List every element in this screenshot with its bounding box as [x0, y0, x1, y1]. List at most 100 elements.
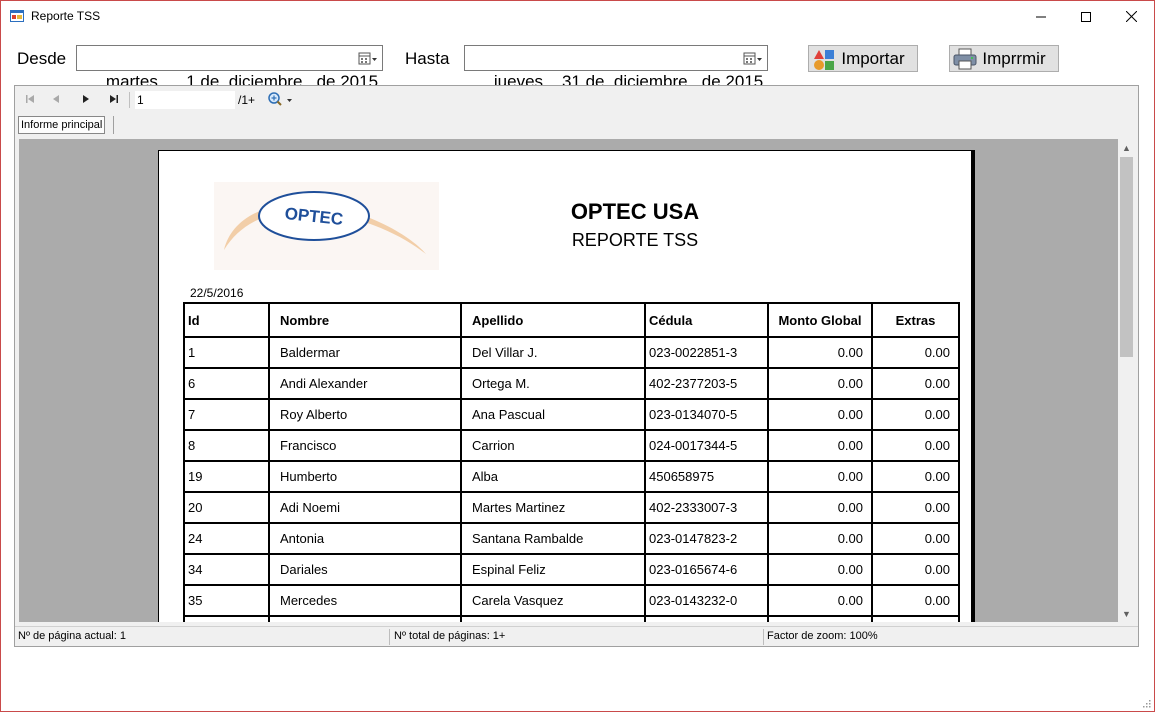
column-header-monto-global: Monto Global — [767, 302, 873, 338]
cell-apellido: Espinal Feliz — [460, 553, 646, 586]
scroll-up-icon[interactable]: ▲ — [1118, 139, 1135, 156]
maximize-button[interactable] — [1063, 1, 1109, 32]
zoom-dropdown[interactable] — [267, 90, 297, 110]
cell-id: 19 — [183, 460, 270, 493]
hasta-date-picker[interactable]: jueves , 31 de diciembre de 2015 — [464, 45, 768, 91]
column-header-nombre: Nombre — [268, 302, 462, 338]
calendar-dropdown-icon[interactable] — [743, 51, 763, 67]
cell-extras: 0.00 — [871, 553, 960, 586]
cell-nombre: Antonia — [268, 522, 462, 555]
cell-nombre: Mercedes — [268, 584, 462, 617]
optec-logo-graphic: OPTEC — [224, 191, 426, 254]
imprimir-label: Imprrmir — [982, 49, 1046, 68]
table-cell — [460, 615, 646, 622]
cell-nombre: Roy Alberto — [268, 398, 462, 431]
scroll-down-icon[interactable]: ▼ — [1118, 605, 1135, 622]
cell-id: 24 — [183, 522, 270, 555]
status-separator — [763, 629, 764, 645]
maximize-icon — [1081, 11, 1091, 22]
cell-extras: 0.00 — [871, 491, 960, 524]
title-bar: Reporte TSS — [1, 1, 1154, 32]
cell-id: 20 — [183, 491, 270, 524]
toolbar-separator — [129, 92, 130, 108]
cell-extras: 0.00 — [871, 398, 960, 431]
cell-cedula: 023-0147823-2 — [644, 522, 769, 555]
zoom-magnifier-icon — [268, 92, 292, 106]
table-row: 8 Francisco Carrion 024-0017344-5 0.00 0.00 — [183, 429, 960, 462]
cell-cedula: 023-0022851-3 — [644, 336, 769, 369]
report-page: OPTEC OPTEC USA REPORTE TSS 22/5/2016 Id… — [158, 150, 975, 622]
cell-id: 34 — [183, 553, 270, 586]
resize-grip-icon[interactable] — [1141, 698, 1151, 708]
table-row: 6 Andi Alexander Ortega M. 402-2377203-5 0.0… — [183, 367, 960, 400]
cell-monto-global: 0.00 — [767, 429, 873, 462]
cell-extras: 0.00 — [871, 429, 960, 462]
cell-id: 1 — [183, 336, 270, 369]
cell-id: 35 — [183, 584, 270, 617]
column-header-apellido: Apellido — [460, 302, 646, 338]
table-row: 7 Roy Alberto Ana Pascual 023-0134070-5 0.00… — [183, 398, 960, 431]
cell-cedula: 402-2377203-5 — [644, 367, 769, 400]
column-header-cedula: Cédula — [644, 302, 769, 338]
table-cell — [871, 615, 960, 622]
column-header-extras: Extras — [871, 302, 960, 338]
close-button[interactable] — [1108, 1, 1154, 32]
cell-apellido: Carrion — [460, 429, 646, 462]
cell-monto-global: 0.00 — [767, 584, 873, 617]
cell-cedula: 023-0134070-5 — [644, 398, 769, 431]
previous-page-icon[interactable] — [49, 92, 63, 106]
cell-nombre: Baldermar — [268, 336, 462, 369]
cell-cedula: 024-0017344-5 — [644, 429, 769, 462]
table-cell — [767, 615, 873, 622]
tab-informe-principal[interactable]: Informe principal — [18, 116, 106, 134]
next-page-icon[interactable] — [79, 92, 93, 106]
cell-nombre: Adi Noemi — [268, 491, 462, 524]
report-viewer: 1 /1+ Informe principal OPTEC OPTEC USA … — [14, 85, 1139, 647]
report-table: Id Nombre Apellido Cédula Monto Global E… — [183, 302, 960, 622]
importar-label: Importar — [841, 49, 905, 68]
cell-extras: 0.00 — [871, 336, 960, 369]
cell-nombre: Dariales — [268, 553, 462, 586]
scroll-thumb[interactable] — [1120, 157, 1133, 357]
cell-nombre: Humberto — [268, 460, 462, 493]
table-row: 35 Mercedes Carela Vasquez 023-0143232-0 0.0… — [183, 584, 960, 617]
report-tab-row: Informe principal — [15, 114, 1138, 136]
importar-button[interactable]: Importar — [808, 45, 918, 72]
cell-apellido: Del Villar J. — [460, 336, 646, 369]
minimize-icon — [1036, 16, 1046, 17]
report-subtitle: REPORTE TSS — [571, 230, 699, 250]
table-cell — [268, 615, 462, 622]
cell-monto-global: 0.00 — [767, 553, 873, 586]
table-row: 19 Humberto Alba 450658975 0.00 0.00 — [183, 460, 960, 493]
cell-apellido: Martes Martinez — [460, 491, 646, 524]
minimize-button[interactable] — [1018, 1, 1064, 32]
page-total-label: /1+ — [238, 93, 256, 107]
window-title: Reporte TSS — [31, 9, 101, 23]
cell-extras: 0.00 — [871, 584, 960, 617]
cell-apellido: Ana Pascual — [460, 398, 646, 431]
table-row: 34 Dariales Espinal Feliz 023-0165674-6 0.00… — [183, 553, 960, 586]
company-name: OPTEC USA — [570, 199, 700, 224]
page-number-input[interactable]: 1 — [135, 91, 235, 109]
calendar-dropdown-icon[interactable] — [358, 51, 378, 67]
cell-monto-global: 0.00 — [767, 460, 873, 493]
close-icon — [1125, 11, 1137, 22]
app-form-icon — [10, 10, 24, 22]
cell-apellido: Ortega M. — [460, 367, 646, 400]
status-separator — [389, 629, 390, 645]
viewer-toolbar: 1 /1+ — [15, 86, 1138, 114]
viewer-status-bar: Nº de página actual: 1 Nº total de págin… — [15, 626, 1138, 646]
hasta-label: Hasta — [405, 49, 450, 68]
desde-date-picker[interactable]: martes , 1 de diciembre de 2015 — [76, 45, 383, 91]
cell-id: 6 — [183, 367, 270, 400]
vertical-scrollbar[interactable]: ▲ ▼ — [1118, 139, 1135, 622]
imprimir-button[interactable]: Imprrmir — [949, 45, 1059, 72]
status-zoom: Factor de zoom: 100% — [767, 630, 878, 642]
last-page-icon[interactable] — [107, 92, 121, 106]
cell-monto-global: 0.00 — [767, 398, 873, 431]
report-date: 22/5/2016 — [190, 286, 244, 300]
first-page-icon[interactable] — [23, 92, 37, 106]
table-row: 24 Antonia Santana Rambalde 023-0147823-2 0.… — [183, 522, 960, 555]
cell-id: 8 — [183, 429, 270, 462]
table-cell — [644, 615, 769, 622]
